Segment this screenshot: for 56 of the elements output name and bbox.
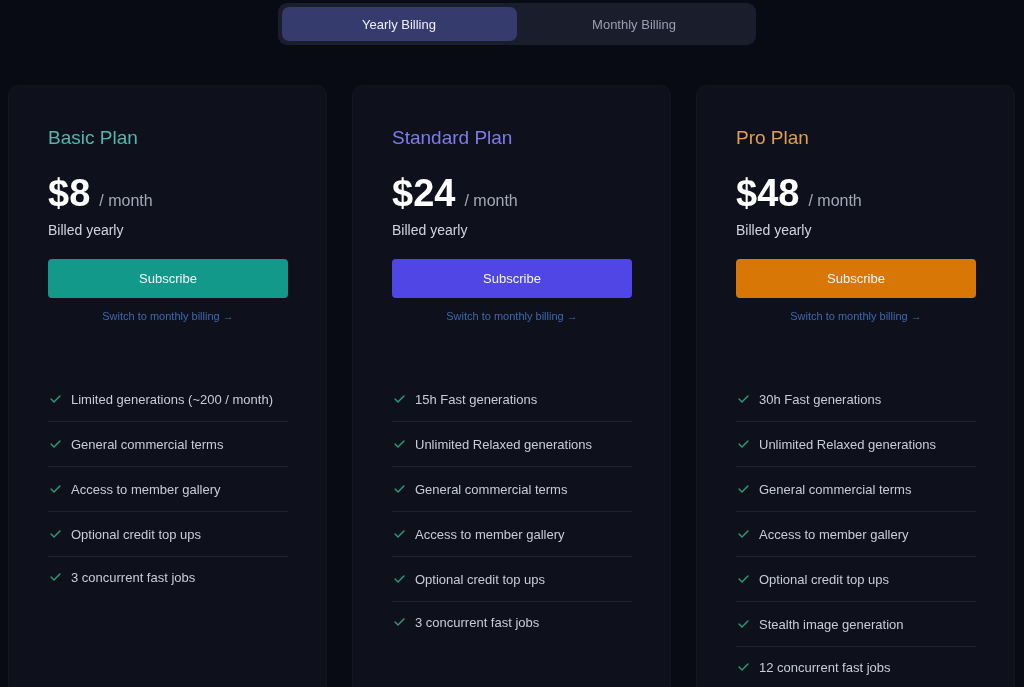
feature-item: 3 concurrent fast jobs — [71, 569, 196, 585]
price-period: / month — [99, 192, 153, 210]
check-icon — [738, 485, 749, 493]
switch-billing-link[interactable]: Switch to monthly billing → — [790, 308, 922, 324]
feature-item: 15h Fast generations — [415, 391, 538, 407]
feature-item: Optional credit top ups — [759, 571, 890, 587]
check-icon — [50, 440, 61, 448]
feature-item: 3 concurrent fast jobs — [415, 614, 540, 630]
check-icon — [394, 485, 405, 493]
check-icon — [50, 485, 61, 493]
price: $24 — [392, 171, 456, 216]
feature-item: General commercial terms — [759, 481, 912, 497]
feature-item: Unlimited Relaxed generations — [759, 436, 937, 452]
plan-title: Pro Plan — [736, 126, 810, 150]
check-icon — [50, 530, 61, 538]
price-period: / month — [464, 192, 518, 210]
plan-title: Basic Plan — [48, 126, 139, 150]
subscribe-button[interactable]: Subscribe — [48, 259, 288, 298]
subscribe-button[interactable]: Subscribe — [392, 259, 632, 298]
feature-item: 30h Fast generations — [759, 391, 882, 407]
feature-item: General commercial terms — [415, 481, 568, 497]
check-icon — [394, 530, 405, 538]
feature-item: Stealth image generation — [759, 616, 904, 632]
check-icon — [50, 573, 61, 581]
check-icon — [394, 575, 405, 583]
check-icon — [394, 440, 405, 448]
check-icon — [394, 395, 405, 403]
billing-note: Billed yearly — [736, 221, 813, 240]
feature-item: 12 concurrent fast jobs — [759, 659, 891, 675]
billing-tab[interactable]: Yearly Billing — [281, 7, 517, 41]
price: $48 — [736, 171, 800, 216]
price: $8 — [48, 171, 91, 216]
billing-note: Billed yearly — [48, 221, 125, 240]
switch-billing-link[interactable]: Switch to monthly billing → — [446, 308, 578, 324]
switch-billing-link[interactable]: Switch to monthly billing → — [102, 308, 234, 324]
subscribe-button[interactable]: Subscribe — [736, 259, 976, 298]
price-period: / month — [808, 192, 862, 210]
check-icon — [738, 395, 749, 403]
check-icon — [738, 620, 749, 628]
plan-title: Standard Plan — [392, 126, 514, 150]
feature-item: General commercial terms — [71, 436, 224, 452]
feature-item: Optional credit top ups — [415, 571, 546, 587]
billing-tab[interactable]: Monthly Billing — [516, 7, 752, 41]
check-icon — [738, 530, 749, 538]
billing-note: Billed yearly — [392, 221, 469, 240]
check-icon — [738, 440, 749, 448]
check-icon — [738, 663, 749, 671]
feature-item: Unlimited Relaxed generations — [415, 436, 593, 452]
check-icon — [50, 395, 61, 403]
check-icon — [394, 618, 405, 626]
feature-item: Access to member gallery — [71, 481, 221, 497]
feature-item: Access to member gallery — [415, 526, 565, 542]
check-icon — [738, 575, 749, 583]
feature-item: Access to member gallery — [759, 526, 909, 542]
feature-item: Optional credit top ups — [71, 526, 202, 542]
feature-item: Limited generations (~200 / month) — [71, 391, 273, 407]
